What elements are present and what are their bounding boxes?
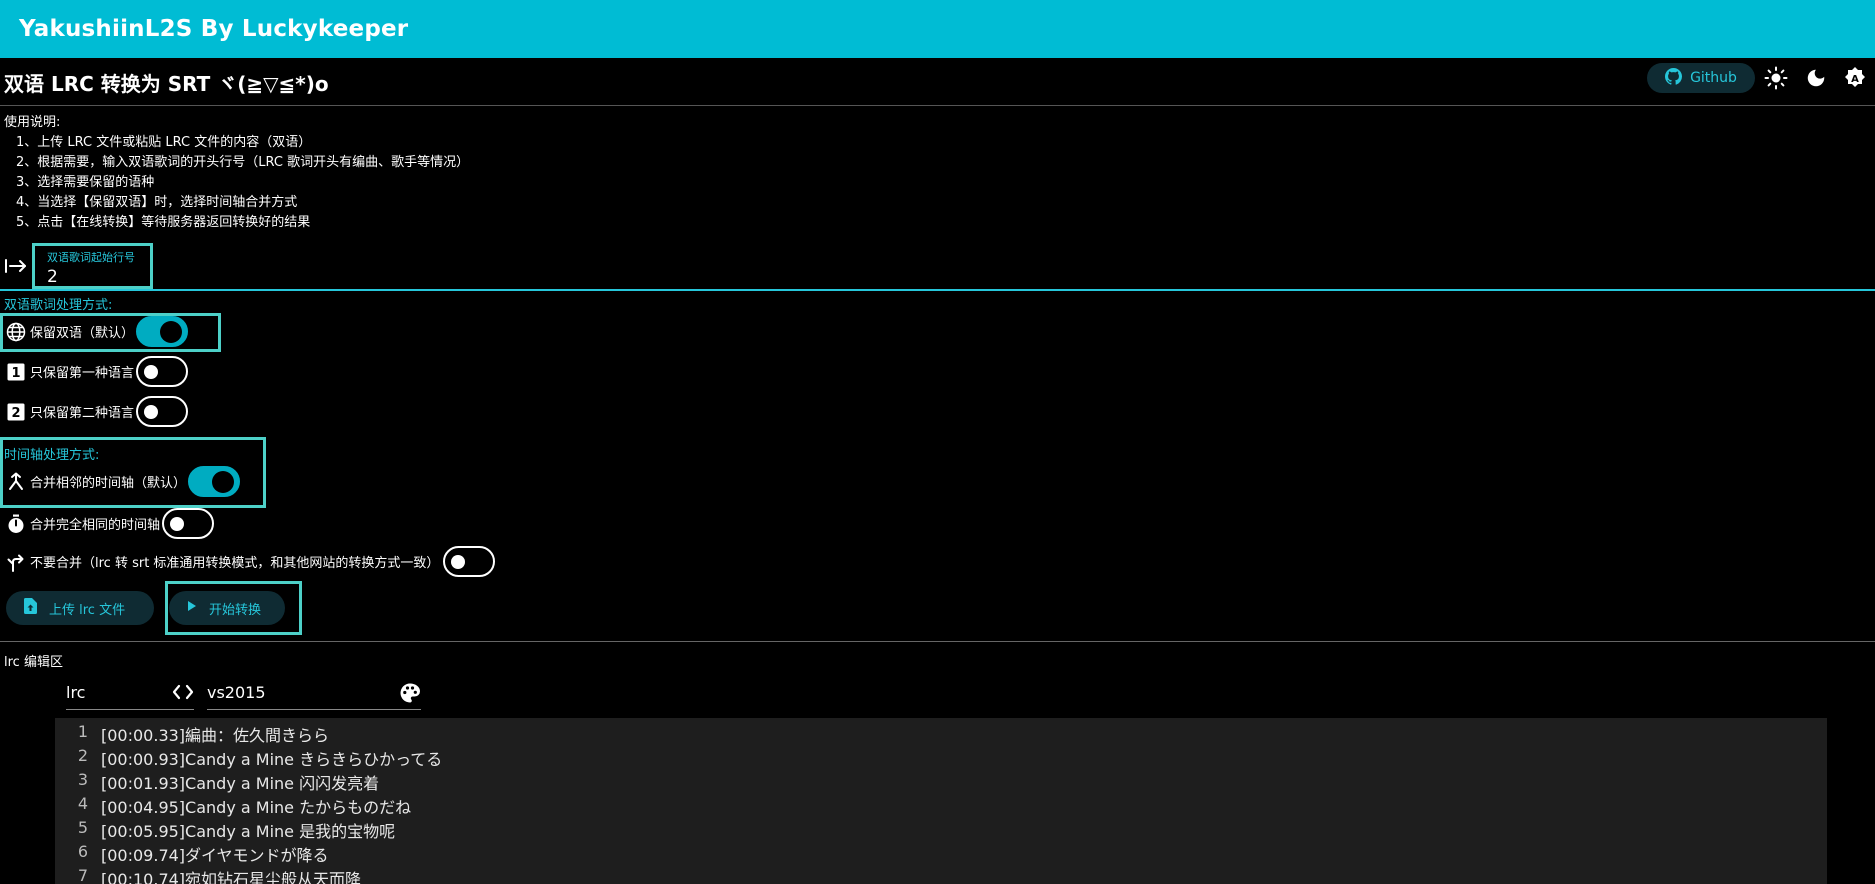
merge-icon xyxy=(6,472,26,492)
github-button[interactable]: Github xyxy=(1647,63,1755,93)
option-label: 合并完全相同的时间轴 xyxy=(30,518,161,533)
language-select[interactable]: lrc xyxy=(66,677,194,710)
theme-select[interactable]: vs2015 xyxy=(207,677,421,710)
option-label: 合并相邻的时间轴（默认） xyxy=(30,476,187,491)
section-divider xyxy=(0,641,1875,642)
app-title: YakushiinL2S By Luckykeeper xyxy=(19,16,409,42)
app-bar: YakushiinL2S By Luckykeeper xyxy=(0,0,1875,58)
fork-icon xyxy=(6,552,26,572)
line-number: 4 xyxy=(77,794,88,813)
lyric-mode-label: 双语歌词处理方式: xyxy=(4,298,113,313)
theme-value: vs2015 xyxy=(207,683,266,702)
option-label: 保留双语（默认） xyxy=(30,326,135,341)
upload-label: 上传 lrc 文件 xyxy=(49,602,126,618)
toggle-switch[interactable] xyxy=(443,546,496,577)
timeline-mode-label: 时间轴处理方式: xyxy=(4,448,100,463)
option-keep-second[interactable]: 2 只保留第二种语言 xyxy=(6,396,189,427)
switch-knob xyxy=(451,555,466,569)
switch-knob xyxy=(212,471,235,493)
option-merge-identical[interactable]: 合并完全相同的时间轴 xyxy=(6,508,215,539)
line-number: 1 xyxy=(77,722,88,741)
code-line: 1 [00:00.33]編曲：佐久間きらら xyxy=(55,722,329,746)
start-line-field[interactable]: 双语歌词起始行号 2 xyxy=(32,243,153,289)
code-icon xyxy=(172,682,194,706)
toggle-switch[interactable] xyxy=(136,356,189,387)
line-text: [00:00.33]編曲：佐久間きらら xyxy=(101,726,330,745)
github-icon xyxy=(1665,67,1683,89)
option-merge-adjacent[interactable]: 合并相邻的时间轴（默认） xyxy=(6,466,241,497)
toggle-switch[interactable] xyxy=(162,508,215,539)
timer-icon xyxy=(6,514,26,534)
globe-icon xyxy=(6,322,26,342)
code-line: 6 [00:09.74]ダイヤモンドが降る xyxy=(55,842,329,866)
option-keep-both[interactable]: 保留双语（默认） xyxy=(6,316,189,347)
code-editor[interactable]: 1 [00:00.33]編曲：佐久間きらら 2 [00:00.93]Candy a … xyxy=(55,718,1827,884)
play-icon xyxy=(187,600,197,616)
switch-knob xyxy=(170,517,185,531)
two-box-icon: 2 xyxy=(6,402,26,422)
instructions: 使用说明: 1、上传 LRC 文件或粘贴 LRC 文件的内容（双语） 2、根据需… xyxy=(4,113,469,233)
line-text: [00:09.74]ダイヤモンドが降る xyxy=(101,846,329,865)
switch-knob xyxy=(160,321,183,343)
toggle-switch[interactable] xyxy=(136,316,189,347)
option-keep-first[interactable]: 1 只保留第一种语言 xyxy=(6,356,189,387)
svg-text:A: A xyxy=(1851,74,1859,85)
line-text: [00:00.93]Candy a Mine きらきらひかってる xyxy=(101,750,443,769)
start-line-label: 双语歌词起始行号 xyxy=(47,251,135,264)
start-convert-button[interactable]: 开始转换 xyxy=(169,591,285,625)
svg-text:2: 2 xyxy=(11,406,20,421)
option-label: 不要合并（lrc 转 srt 标准通用转换模式，和其他网站的转换方式一致） xyxy=(30,556,440,571)
switch-knob xyxy=(144,405,159,419)
convert-label: 开始转换 xyxy=(209,602,262,618)
page-header: 双语 LRC 转换为 SRT ヾ(≧▽≦*)o xyxy=(0,58,1875,106)
palette-icon xyxy=(399,682,421,708)
code-line: 5 [00:05.95]Candy a Mine 是我的宝物呢 xyxy=(55,818,395,842)
line-text: [00:01.93]Candy a Mine 闪闪发亮着 xyxy=(101,774,380,793)
instruction-step: 4、当选择【保留双语】时，选择时间轴合并方式 xyxy=(16,195,298,210)
instruction-step: 1、上传 LRC 文件或粘贴 LRC 文件的内容（双语） xyxy=(16,135,312,150)
line-number: 6 xyxy=(77,842,88,861)
option-label: 只保留第一种语言 xyxy=(30,366,135,381)
light-mode-icon[interactable] xyxy=(1762,64,1790,92)
dark-mode-icon[interactable] xyxy=(1802,64,1830,92)
code-line: 3 [00:01.93]Candy a Mine 闪闪发亮着 xyxy=(55,770,379,794)
code-line: 4 [00:04.95]Candy a Mine たからものだね xyxy=(55,794,411,818)
line-number: 5 xyxy=(77,818,88,837)
option-no-merge[interactable]: 不要合并（lrc 转 srt 标准通用转换模式，和其他网站的转换方式一致） xyxy=(6,546,496,577)
option-label: 只保留第二种语言 xyxy=(30,406,135,421)
instruction-step: 2、根据需要，输入双语歌词的开头行号（LRC 歌词开头有编曲、歌手等情况） xyxy=(16,155,470,170)
editor-label: lrc 编辑区 xyxy=(4,655,63,670)
instruction-step: 3、选择需要保留的语种 xyxy=(16,175,155,190)
code-line: 7 [00:10.74]宛如钻石星尘般从天而降 xyxy=(55,866,361,884)
section-divider xyxy=(0,289,1875,291)
start-line-icon xyxy=(4,256,28,281)
line-text: [00:10.74]宛如钻石星尘般从天而降 xyxy=(101,870,362,884)
language-value: lrc xyxy=(66,683,86,702)
github-label: Github xyxy=(1690,70,1737,86)
file-upload-icon xyxy=(24,598,37,618)
one-box-icon: 1 xyxy=(6,362,26,382)
line-number: 7 xyxy=(77,866,88,884)
start-line-value[interactable]: 2 xyxy=(47,267,58,287)
line-text: [00:05.95]Candy a Mine 是我的宝物呢 xyxy=(101,822,396,841)
page-title: 双语 LRC 转换为 SRT ヾ(≧▽≦*)o xyxy=(4,72,329,96)
instruction-step: 5、点击【在线转换】等待服务器返回转换好的结果 xyxy=(16,215,311,230)
upload-lrc-button[interactable]: 上传 lrc 文件 xyxy=(6,591,154,625)
line-number: 3 xyxy=(77,770,88,789)
instructions-heading: 使用说明: xyxy=(4,115,61,130)
toggle-switch[interactable] xyxy=(188,466,241,497)
line-number: 2 xyxy=(77,746,88,765)
code-line: 2 [00:00.93]Candy a Mine きらきらひかってる xyxy=(55,746,442,770)
switch-knob xyxy=(144,365,159,379)
line-text: [00:04.95]Candy a Mine たからものだね xyxy=(101,798,412,817)
auto-theme-icon[interactable]: A xyxy=(1841,64,1869,92)
svg-text:1: 1 xyxy=(11,366,20,381)
toggle-switch[interactable] xyxy=(136,396,189,427)
